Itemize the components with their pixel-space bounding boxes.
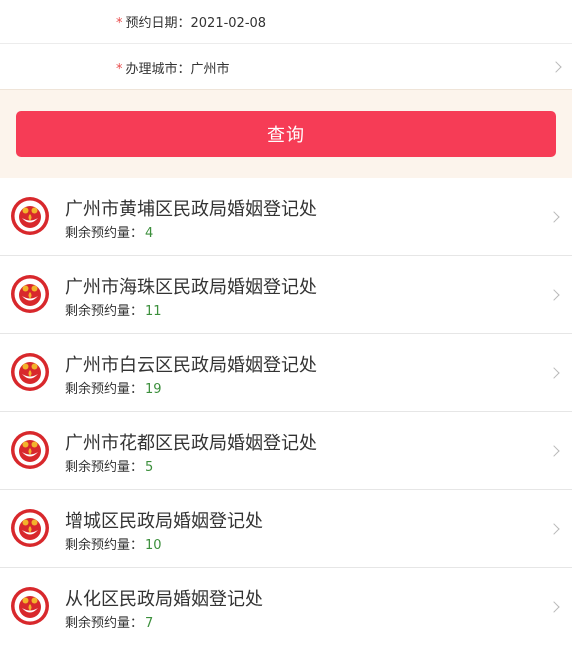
list-item[interactable]: 从化区民政局婚姻登记处 剩余预约量： 7 — [0, 568, 572, 646]
city-row[interactable]: * 办理城市：广州市 — [0, 45, 572, 89]
remaining-label: 剩余预约量： — [65, 304, 144, 319]
chevron-right-icon[interactable] — [548, 523, 560, 535]
remaining-line: 剩余预约量： 5 — [65, 456, 153, 475]
chevron-right-icon[interactable] — [548, 289, 560, 301]
marriage-registry-logo-icon — [11, 197, 49, 235]
list-item[interactable]: 广州市白云区民政局婚姻登记处 剩余预约量： 19 — [0, 334, 572, 412]
remaining-line: 剩余预约量： 19 — [65, 378, 162, 397]
chevron-right-icon[interactable] — [548, 367, 560, 379]
marriage-registry-logo-icon — [11, 431, 49, 469]
office-name: 增城区民政局婚姻登记处 — [65, 511, 263, 532]
query-button[interactable]: 查询 — [16, 111, 556, 157]
chevron-right-icon[interactable] — [550, 61, 562, 73]
remaining-count: 11 — [145, 304, 162, 319]
chevron-right-icon[interactable] — [548, 445, 560, 457]
date-row[interactable]: * 预约日期：2021-02-08 — [0, 0, 572, 44]
date-value[interactable]: 2021-02-08 — [191, 16, 267, 31]
office-name: 从化区民政局婚姻登记处 — [65, 589, 263, 610]
date-field[interactable]: * 预约日期：2021-02-08 — [116, 12, 266, 31]
remaining-label: 剩余预约量： — [65, 460, 144, 475]
query-panel: 查询 — [0, 89, 572, 178]
office-list: 广州市黄埔区民政局婚姻登记处 剩余预约量： 4 广州市海珠区民政局婚姻登记处 剩余… — [0, 178, 572, 646]
office-name: 广州市海珠区民政局婚姻登记处 — [65, 277, 317, 298]
remaining-label: 剩余预约量： — [65, 226, 144, 241]
marriage-registry-logo-icon — [11, 353, 49, 391]
appointment-form: * 预约日期：2021-02-08 * 办理城市：广州市 — [0, 0, 572, 89]
date-label: 预约日期： — [125, 16, 191, 31]
chevron-right-icon[interactable] — [548, 211, 560, 223]
remaining-line: 剩余预约量： 11 — [65, 300, 162, 319]
office-name: 广州市花都区民政局婚姻登记处 — [65, 433, 317, 454]
city-label: 办理城市： — [125, 61, 191, 77]
remaining-label: 剩余预约量： — [65, 538, 144, 553]
list-item[interactable]: 增城区民政局婚姻登记处 剩余预约量： 10 — [0, 490, 572, 568]
remaining-count: 7 — [145, 616, 154, 631]
marriage-registry-logo-icon — [11, 509, 49, 547]
list-item[interactable]: 广州市海珠区民政局婚姻登记处 剩余预约量： 11 — [0, 256, 572, 334]
list-item[interactable]: 广州市花都区民政局婚姻登记处 剩余预约量： 5 — [0, 412, 572, 490]
remaining-label: 剩余预约量： — [65, 382, 144, 397]
remaining-count: 19 — [145, 382, 162, 397]
remaining-line: 剩余预约量： 4 — [65, 222, 153, 241]
marriage-registry-logo-icon — [11, 275, 49, 313]
office-name: 广州市白云区民政局婚姻登记处 — [65, 355, 317, 376]
city-value[interactable]: 广州市 — [191, 62, 230, 77]
list-item[interactable]: 广州市黄埔区民政局婚姻登记处 剩余预约量： 4 — [0, 178, 572, 256]
city-field[interactable]: * 办理城市：广州市 — [116, 58, 230, 77]
remaining-label: 剩余预约量： — [65, 616, 144, 631]
office-name: 广州市黄埔区民政局婚姻登记处 — [65, 199, 317, 220]
required-mark: * — [116, 61, 123, 77]
remaining-count: 4 — [145, 226, 154, 241]
required-mark: * — [116, 16, 123, 31]
remaining-line: 剩余预约量： 7 — [65, 612, 153, 631]
remaining-count: 5 — [145, 460, 154, 475]
marriage-registry-logo-icon — [11, 587, 49, 625]
chevron-right-icon[interactable] — [548, 601, 560, 613]
remaining-count: 10 — [145, 538, 162, 553]
remaining-line: 剩余预约量： 10 — [65, 534, 162, 553]
